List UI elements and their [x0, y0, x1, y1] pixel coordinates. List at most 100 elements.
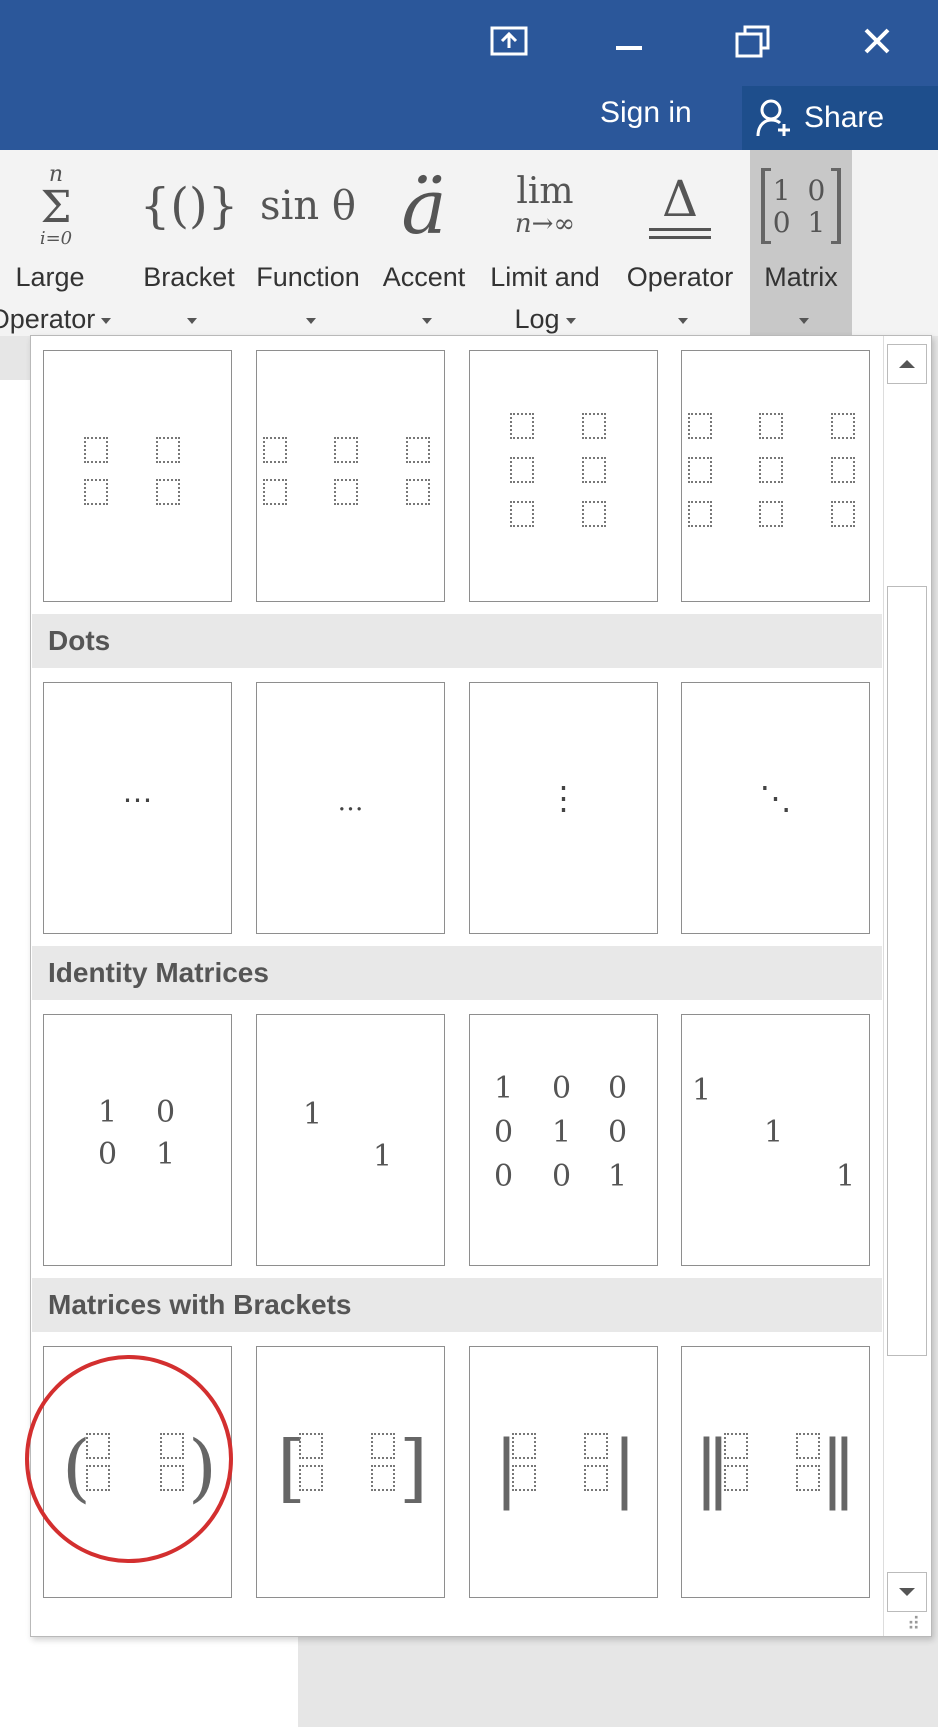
scroll-up-button[interactable]: [887, 344, 927, 384]
right-double-bar-glyph: ‖: [820, 1425, 857, 1511]
close-icon: [864, 28, 890, 54]
matrix-icon-row2: 0 1: [772, 206, 830, 239]
minimize-icon: [616, 46, 642, 50]
right-paren-glyph: ): [188, 1425, 217, 1511]
chevron-down-icon: [101, 317, 112, 324]
dots-baseline[interactable]: …: [256, 682, 445, 934]
matrix-3x2-empty[interactable]: [469, 350, 658, 602]
large-operator-label-2: Operator: [0, 304, 96, 334]
diagonal-dots-glyph: ⋱: [759, 779, 792, 817]
equation-ribbon: n Σ i=0 Large Operator {()} Bracket sin …: [0, 150, 938, 336]
identity-2x2[interactable]: 1 0 0 1: [43, 1014, 232, 1266]
title-bar: Sign in Share: [0, 0, 938, 150]
minimize-button[interactable]: [594, 14, 664, 68]
matrix-double-bars-2x2[interactable]: ‖ ‖: [681, 1346, 870, 1598]
identity-cell: 0: [98, 1137, 118, 1172]
ribbon-bracket[interactable]: {()} Bracket: [138, 150, 240, 336]
dots-midline[interactable]: ⋯: [43, 682, 232, 934]
operator-label: Operator: [626, 262, 734, 292]
bracket-icon: {()}: [139, 178, 239, 234]
lim-subscript: n→∞: [514, 209, 576, 240]
identity-3x3-diagonal[interactable]: 1 1 1: [681, 1014, 870, 1266]
identity-cell: 1: [303, 1097, 323, 1132]
function-label: Function: [256, 262, 360, 292]
ribbon-display-options-button[interactable]: [474, 14, 544, 68]
accent-icon: ä: [401, 161, 447, 251]
resize-grip-icon[interactable]: ⠾: [907, 1614, 920, 1635]
limit-icon: lim n→∞: [478, 156, 612, 256]
limit-label-1: Limit and: [490, 262, 600, 292]
lim-glyph: lim: [516, 171, 574, 213]
large-operator-icon: n Σ i=0: [0, 156, 112, 256]
identity-3x3[interactable]: 1 0 0 0 1 0 0 0 1: [469, 1014, 658, 1266]
matrix-gallery: Dots ⋯ … ⋮ ⋱ Identity Matrices 1 0 0 1 1…: [30, 335, 932, 1637]
identity-cell: 0: [552, 1071, 572, 1106]
sigma-glyph: Σ: [40, 182, 72, 233]
bracket-label: Bracket: [143, 262, 235, 292]
identity-cell: 0: [156, 1095, 176, 1130]
function-icon: sin θ: [260, 183, 356, 229]
ribbon-function[interactable]: sin θ Function: [244, 150, 372, 336]
identity-cell: 0: [608, 1071, 628, 1106]
matrix-label: Matrix: [764, 262, 838, 292]
scroll-down-button[interactable]: [887, 1572, 927, 1612]
dots-vertical[interactable]: ⋮: [469, 682, 658, 934]
operator-icon: Δ: [616, 156, 744, 256]
chevron-down-icon: [565, 317, 576, 324]
identity-cell: 1: [156, 1137, 176, 1172]
matrix-square-brackets-2x2[interactable]: [ ]: [256, 1346, 445, 1598]
ribbon-accent[interactable]: ä Accent: [374, 150, 474, 336]
close-button[interactable]: [842, 14, 912, 68]
share-button[interactable]: Share: [742, 86, 938, 150]
ribbon-display-icon: [490, 26, 528, 56]
delta-glyph: Δ: [661, 169, 699, 228]
identity-cell: 1: [608, 1159, 628, 1194]
restore-button[interactable]: [718, 14, 788, 68]
identity-cell: 1: [98, 1095, 118, 1130]
dots-diagonal[interactable]: ⋱: [681, 682, 870, 934]
large-operator-lower: i=0: [39, 228, 73, 249]
scroll-thumb[interactable]: [887, 586, 927, 1356]
matrix-2x2-empty[interactable]: [43, 350, 232, 602]
identity-cell: 1: [373, 1139, 393, 1174]
vertical-dots-glyph: ⋮: [547, 779, 580, 817]
identity-cell: 0: [494, 1115, 514, 1150]
chevron-down-icon: [422, 317, 432, 324]
chevron-down-icon: [187, 317, 197, 324]
right-square-bracket-glyph: ]: [399, 1425, 428, 1511]
identity-cell: 1: [764, 1115, 784, 1150]
baseline-dots-glyph: …: [337, 787, 364, 817]
matrix-3x3-empty[interactable]: [681, 350, 870, 602]
matrix-parentheses-2x2[interactable]: ( ): [43, 1346, 232, 1598]
ribbon-large-operator[interactable]: n Σ i=0 Large Operator: [0, 150, 112, 336]
identity-cell: 0: [494, 1159, 514, 1194]
section-matrices-with-brackets: Matrices with Brackets: [32, 1278, 882, 1332]
identity-cell: 1: [836, 1159, 856, 1194]
ribbon-operator[interactable]: Δ Operator: [616, 150, 744, 336]
section-identity-matrices: Identity Matrices: [32, 946, 882, 1000]
section-dots: Dots: [32, 614, 882, 668]
chevron-up-icon: [899, 360, 915, 368]
gallery-scrollbar[interactable]: [883, 336, 931, 1636]
ribbon-limit-and-log[interactable]: lim n→∞ Limit and Log: [478, 150, 612, 336]
matrix-vertical-bars-2x2[interactable]: | |: [469, 1346, 658, 1598]
chevron-down-icon: [799, 317, 809, 324]
sign-in-link[interactable]: Sign in: [600, 96, 692, 130]
share-label: Share: [804, 101, 885, 134]
restore-icon: [735, 25, 770, 58]
ribbon-matrix[interactable]: 1 0 0 1 Matrix: [750, 150, 852, 336]
identity-2x2-diagonal[interactable]: 1 1: [256, 1014, 445, 1266]
limit-label-2: Log: [514, 304, 560, 334]
right-bar-glyph: |: [612, 1425, 637, 1511]
identity-cell: 0: [608, 1115, 628, 1150]
matrix-icon-row1: 1 0: [772, 174, 830, 207]
chevron-down-icon: [678, 317, 688, 324]
matrix-2x3-empty[interactable]: [256, 350, 445, 602]
chevron-down-icon: [899, 1588, 915, 1596]
chevron-down-icon: [306, 317, 316, 324]
large-operator-label-1: Large: [15, 262, 85, 292]
share-person-icon: [756, 99, 790, 137]
midline-dots-glyph: ⋯: [122, 783, 153, 818]
matrix-icon: 1 0 0 1: [750, 156, 852, 256]
identity-cell: 1: [692, 1073, 712, 1108]
